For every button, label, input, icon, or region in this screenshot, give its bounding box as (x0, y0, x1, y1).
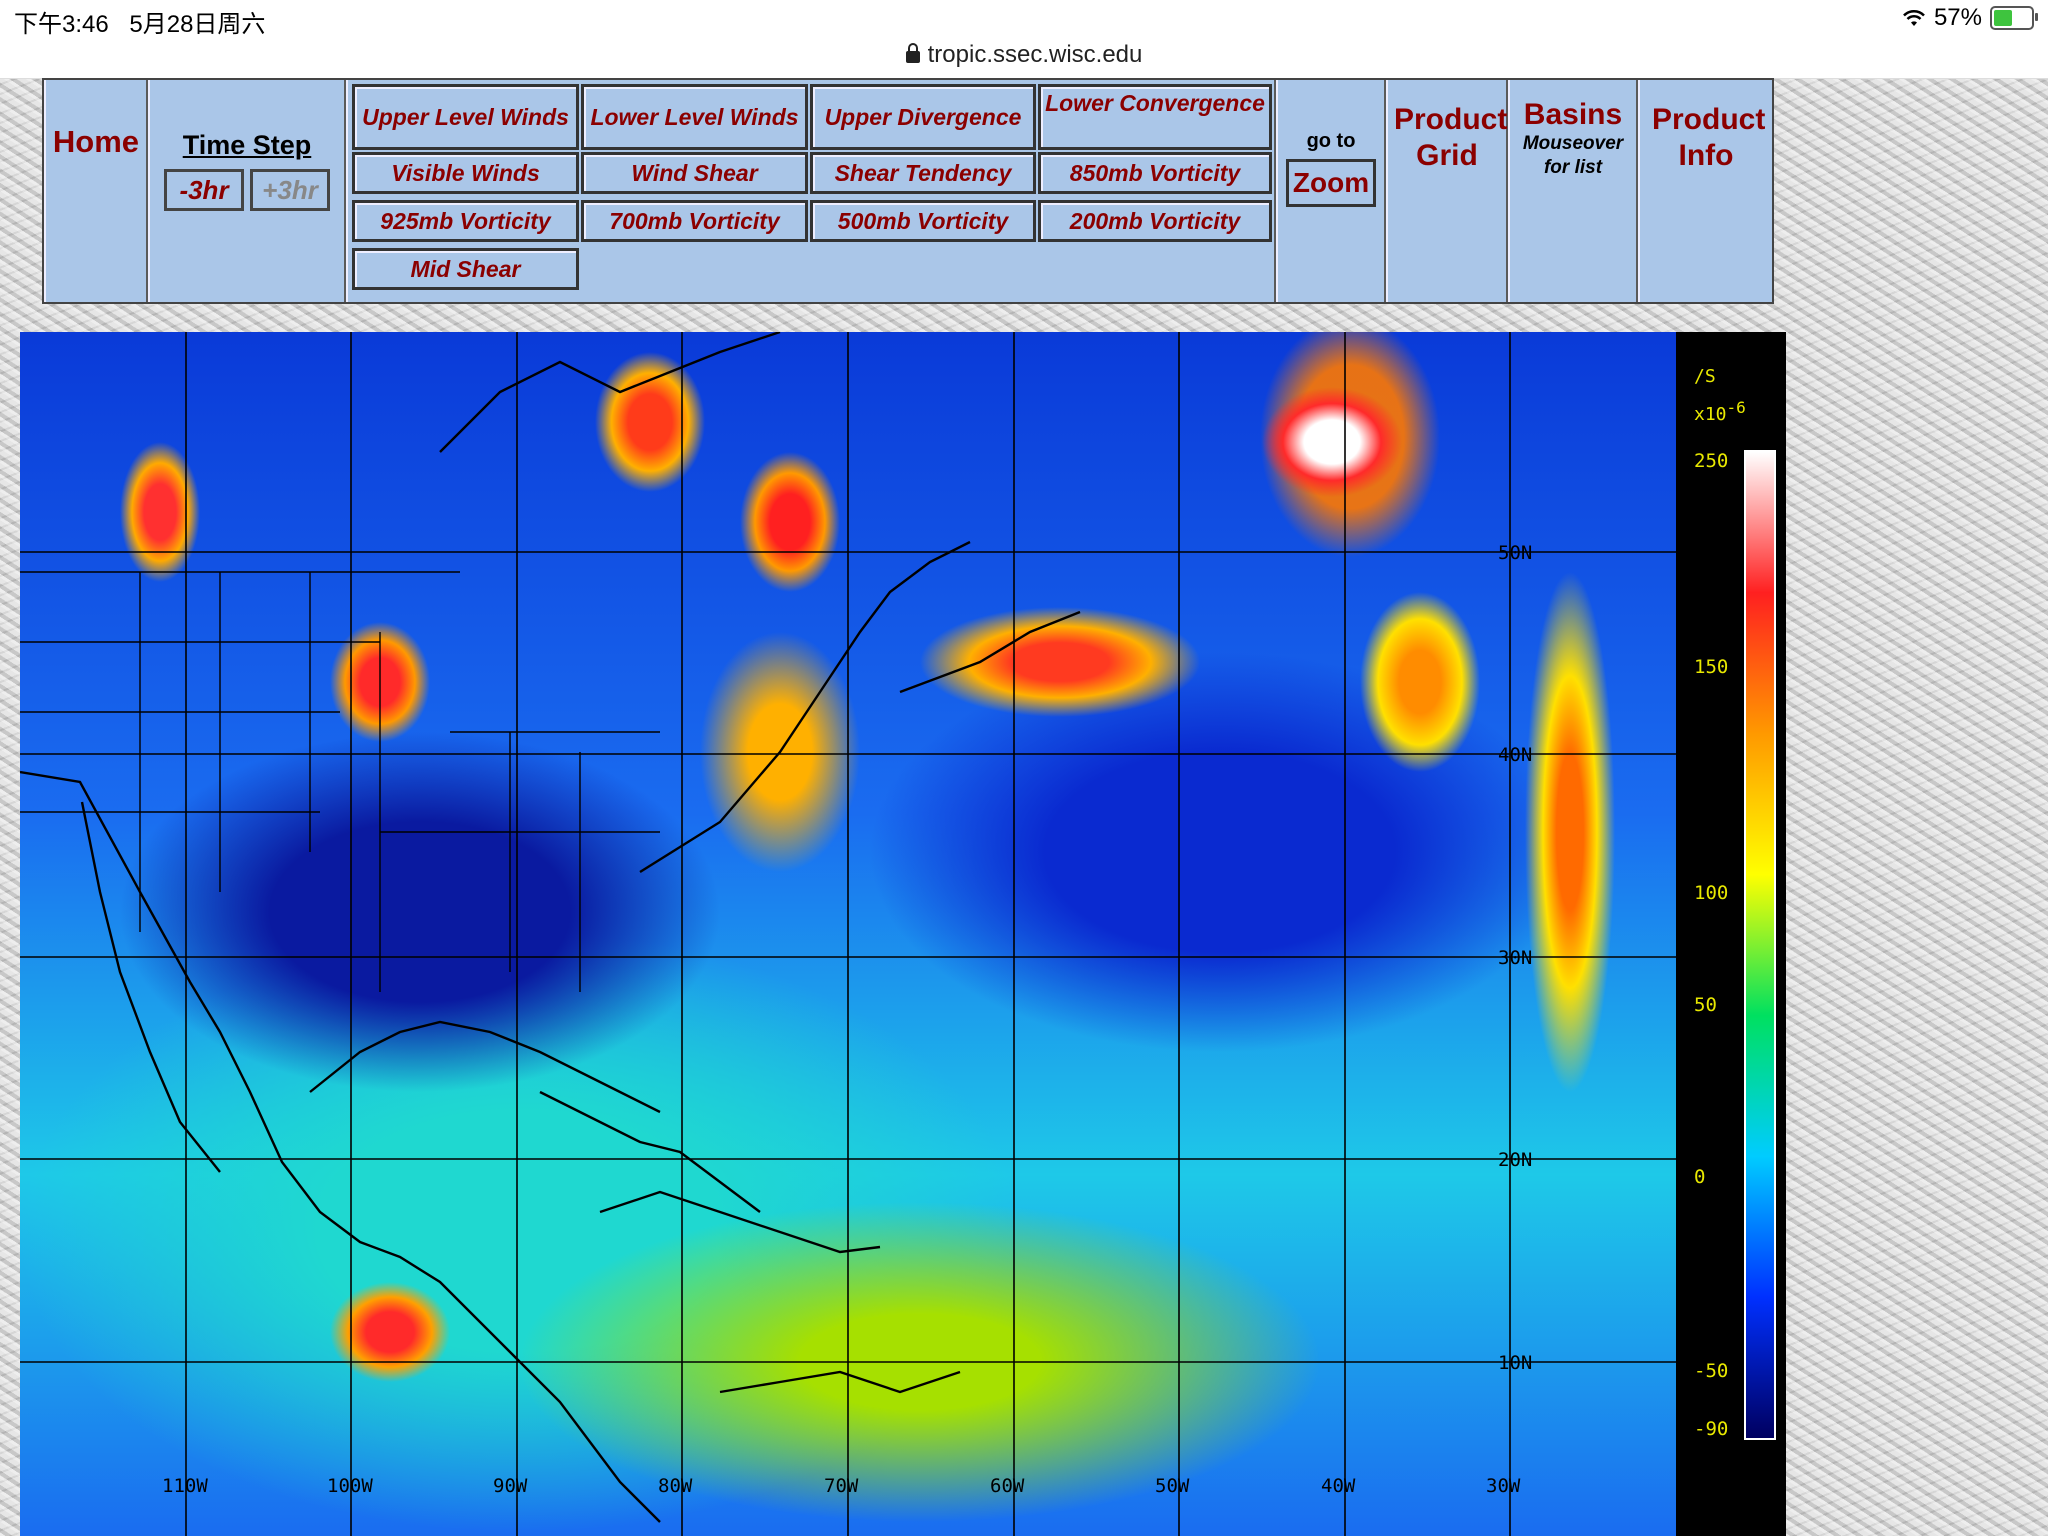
basins-hint: Mouseover for list (1522, 133, 1624, 178)
latitude-label: 20N (1498, 1149, 1532, 1171)
product-shear-tendency[interactable]: Shear Tendency (810, 152, 1036, 194)
address-bar[interactable]: tropic.ssec.wisc.edu (0, 40, 2048, 79)
battery-percent: 57% (1933, 4, 1982, 31)
product-lower-level-winds[interactable]: Lower Level Winds (581, 84, 808, 150)
longitude-label: 110W (162, 1475, 208, 1497)
colorbar-units: /S (1694, 366, 1716, 387)
latitude-label: 10N (1498, 1352, 1532, 1374)
product-nav: Home Time Step -3hr +3hr Upper Level Win… (42, 78, 1774, 304)
time-step: Time Step -3hr +3hr (148, 80, 346, 302)
longitude-label: 30W (1486, 1475, 1521, 1497)
colorbar-tick: 50 (1694, 994, 1717, 1016)
basins-menu[interactable]: Basins Mouseover for list (1508, 80, 1638, 302)
product-500mb-vorticity[interactable]: 500mb Vorticity (810, 200, 1036, 242)
product-visible-winds[interactable]: Visible Winds (352, 152, 579, 194)
zoom-cell: go to Zoom (1276, 80, 1386, 302)
clock: 下午3:46 (14, 11, 109, 38)
colorbar-exponent: -6 (1726, 398, 1746, 417)
colorbar-scale-factor: x10-6 (1694, 398, 1746, 425)
url-text: tropic.ssec.wisc.edu (927, 41, 1143, 68)
longitude-label: 90W (493, 1475, 528, 1497)
lock-icon (905, 43, 920, 63)
product-700mb-vorticity[interactable]: 700mb Vorticity (581, 200, 808, 242)
colorbar-multiplier: x10 (1694, 404, 1727, 425)
vorticity-map[interactable]: 50N 40N 30N 20N 10N 110W 100W 90W 80W 70W 60W 50W 4… (20, 332, 1676, 1536)
longitude-label: 70W (824, 1475, 859, 1497)
colorbar: /S x10-6 250 150 100 50 0 -50 -90 (1676, 332, 1786, 1536)
status-indicators: 57% (1902, 4, 2038, 32)
product-info-link[interactable]: Product Info (1638, 80, 1772, 302)
wifi-icon (1903, 10, 1925, 26)
status-time: 下午3:46 5月28日周六 (14, 4, 265, 39)
colorbar-tick: 100 (1694, 882, 1729, 904)
product-925mb-vorticity[interactable]: 925mb Vorticity (352, 200, 579, 242)
step-back-button[interactable]: -3hr (164, 169, 244, 211)
product-200mb-vorticity[interactable]: 200mb Vorticity (1038, 200, 1272, 242)
product-info-label: Product Info (1652, 103, 1766, 172)
goto-label: go to (1306, 130, 1356, 152)
url-display[interactable]: tropic.ssec.wisc.edu (0, 40, 2048, 70)
colorbar-tick: 0 (1694, 1166, 1706, 1188)
product-grid-link[interactable]: Product Grid (1386, 80, 1508, 302)
colorbar-tick: -50 (1694, 1360, 1729, 1382)
status-bar: 下午3:46 5月28日周六 57% (0, 0, 2048, 40)
longitude-label: 40W (1321, 1475, 1356, 1497)
date: 5月28日周六 (129, 11, 266, 38)
zoom-button[interactable]: Zoom (1286, 159, 1376, 207)
colorbar-gradient (1744, 450, 1776, 1440)
time-step-title: Time Step (182, 130, 312, 160)
home-link[interactable]: Home (44, 80, 148, 302)
product-850mb-vorticity[interactable]: 850mb Vorticity (1038, 152, 1272, 194)
product-lower-convergence[interactable]: Lower Convergence (1038, 84, 1272, 150)
colorbar-tick: -90 (1694, 1418, 1729, 1440)
product-upper-divergence[interactable]: Upper Divergence (810, 84, 1036, 150)
product-wind-shear[interactable]: Wind Shear (581, 152, 808, 194)
map-labels: 50N 40N 30N 20N 10N 110W 100W 90W 80W 70W 60W 50W 4… (162, 542, 1532, 1497)
home-label: Home (52, 124, 140, 159)
latitude-label: 40N (1498, 744, 1532, 766)
latitude-label: 30N (1498, 947, 1532, 969)
longitude-label: 80W (658, 1475, 693, 1497)
product-upper-level-winds[interactable]: Upper Level Winds (352, 84, 579, 150)
colorbar-tick: 150 (1694, 656, 1729, 678)
battery-fill (1994, 10, 2013, 26)
latitude-label: 50N (1498, 542, 1532, 564)
battery-icon (1990, 6, 2038, 30)
basins-label: Basins (1523, 98, 1623, 131)
product-mid-shear[interactable]: Mid Shear (352, 248, 579, 290)
longitude-label: 50W (1155, 1475, 1190, 1497)
longitude-label: 100W (327, 1475, 373, 1497)
colorbar-tick: 250 (1694, 450, 1729, 472)
product-buttons: Upper Level Winds Lower Level Winds Uppe… (346, 80, 1276, 302)
longitude-label: 60W (990, 1475, 1025, 1497)
product-grid-label: Product Grid (1394, 103, 1508, 172)
step-forward-button[interactable]: +3hr (250, 169, 330, 211)
